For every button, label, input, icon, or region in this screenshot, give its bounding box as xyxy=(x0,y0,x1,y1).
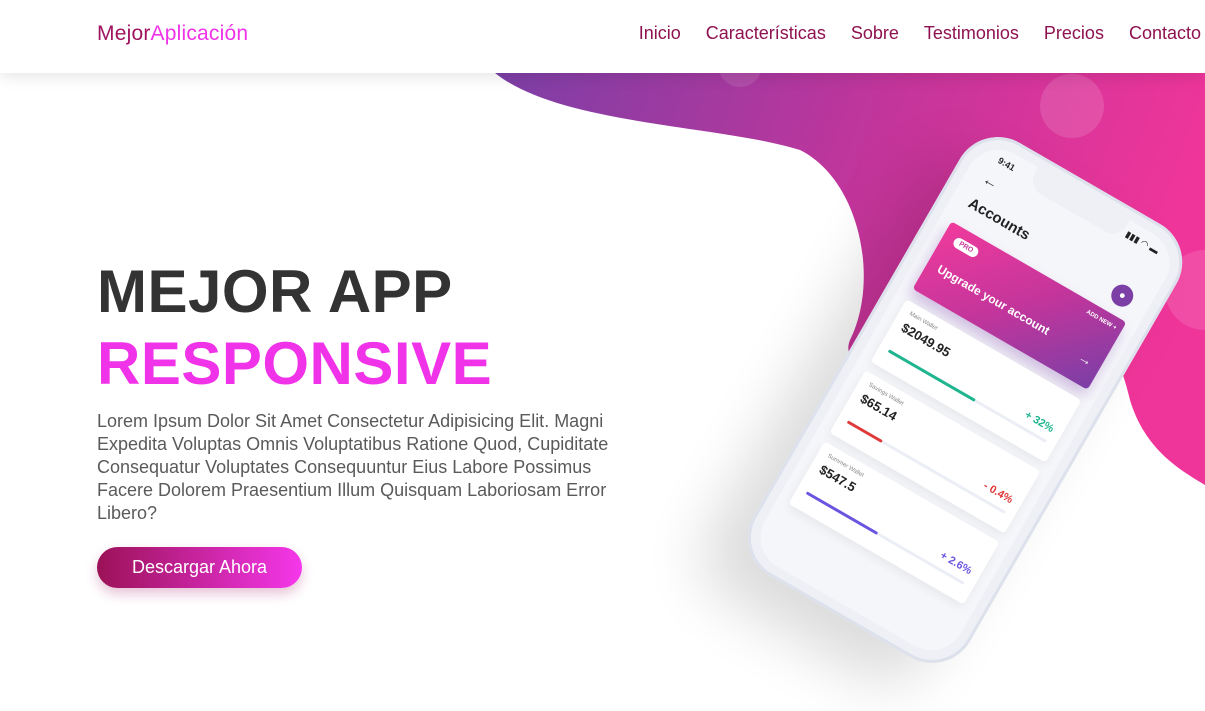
nav-sobre[interactable]: Sobre xyxy=(851,23,899,44)
nav-caracteristicas[interactable]: Características xyxy=(706,23,826,44)
brand-logo[interactable]: MejorAplicación xyxy=(97,22,248,46)
hero-description: Lorem Ipsum Dolor Sit Amet Consectetur A… xyxy=(97,411,609,523)
brand-logo-part1: Mejor xyxy=(97,22,151,45)
phone-time: 9:41 xyxy=(996,155,1017,173)
hero-title: MEJOR APP xyxy=(97,258,453,325)
brand-logo-part2: Aplicación xyxy=(150,22,249,45)
nav-contacto[interactable]: Contacto xyxy=(1129,23,1201,44)
hero-subtitle: RESPONSIVE xyxy=(97,330,493,397)
add-new-label: ADD NEW + xyxy=(1084,309,1118,332)
wallet-progress-fill xyxy=(846,420,883,443)
phone-frame: 9:41 ▮▮▮ ◠ ▬ ← Accounts ● PRO ADD NEW + … xyxy=(731,120,1199,680)
wallet-progress-track xyxy=(805,491,965,585)
nav-testimonios[interactable]: Testimonios xyxy=(924,23,1019,44)
nav-inicio[interactable]: Inicio xyxy=(639,23,681,44)
nav-precios[interactable]: Precios xyxy=(1044,23,1104,44)
phone-notch xyxy=(1027,167,1130,240)
main-nav: Inicio Características Sobre Testimonios… xyxy=(614,23,1201,44)
user-icon: ● xyxy=(1107,280,1138,311)
phone-screen: 9:41 ▮▮▮ ◠ ▬ ← Accounts ● PRO ADD NEW + … xyxy=(748,137,1182,663)
phone-status-icons: ▮▮▮ ◠ ▬ xyxy=(1123,228,1161,256)
top-navbar: MejorAplicación Inicio Características S… xyxy=(0,0,1205,73)
download-button[interactable]: Descargar Ahora xyxy=(97,547,302,588)
wallet-progress-fill xyxy=(805,491,879,535)
pro-badge: PRO xyxy=(951,235,981,260)
phone-mockup: 9:41 ▮▮▮ ◠ ▬ ← Accounts ● PRO ADD NEW + … xyxy=(700,120,1205,690)
arrow-right-icon: → xyxy=(1075,348,1096,370)
back-arrow-icon: ← xyxy=(979,170,1002,194)
